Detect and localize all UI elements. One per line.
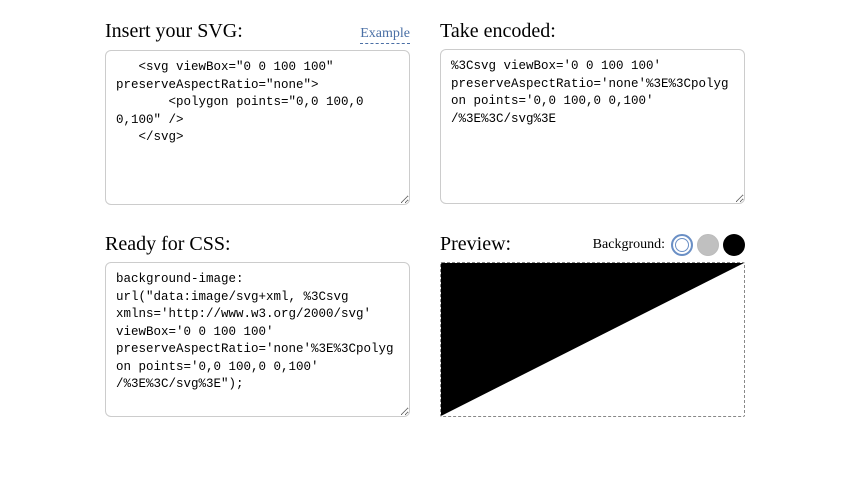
background-swatch-group: Background: xyxy=(593,234,745,256)
svg-input[interactable] xyxy=(105,50,410,205)
panel-preview: Preview: Background: xyxy=(440,233,745,417)
encoded-title: Take encoded: xyxy=(440,20,556,43)
panel-css: Ready for CSS: xyxy=(105,233,410,417)
panel-input: Insert your SVG: Example xyxy=(105,20,410,205)
panel-input-header: Insert your SVG: Example xyxy=(105,20,410,44)
swatch-black[interactable] xyxy=(723,234,745,256)
swatch-silver[interactable] xyxy=(697,234,719,256)
main-grid: Insert your SVG: Example Take encoded: R… xyxy=(0,20,850,417)
preview-title: Preview: xyxy=(440,233,511,256)
preview-box xyxy=(440,262,745,417)
panel-encoded-header: Take encoded: xyxy=(440,20,745,43)
css-output[interactable] xyxy=(105,262,410,417)
panel-css-header: Ready for CSS: xyxy=(105,233,410,256)
panel-encoded: Take encoded: xyxy=(440,20,745,205)
example-link[interactable]: Example xyxy=(360,26,410,44)
swatch-white[interactable] xyxy=(671,234,693,256)
panel-preview-header: Preview: Background: xyxy=(440,233,745,256)
preview-svg-render xyxy=(441,263,744,416)
css-title: Ready for CSS: xyxy=(105,233,231,256)
input-title: Insert your SVG: xyxy=(105,20,243,43)
background-label: Background: xyxy=(593,237,665,253)
encoded-output[interactable] xyxy=(440,49,745,204)
